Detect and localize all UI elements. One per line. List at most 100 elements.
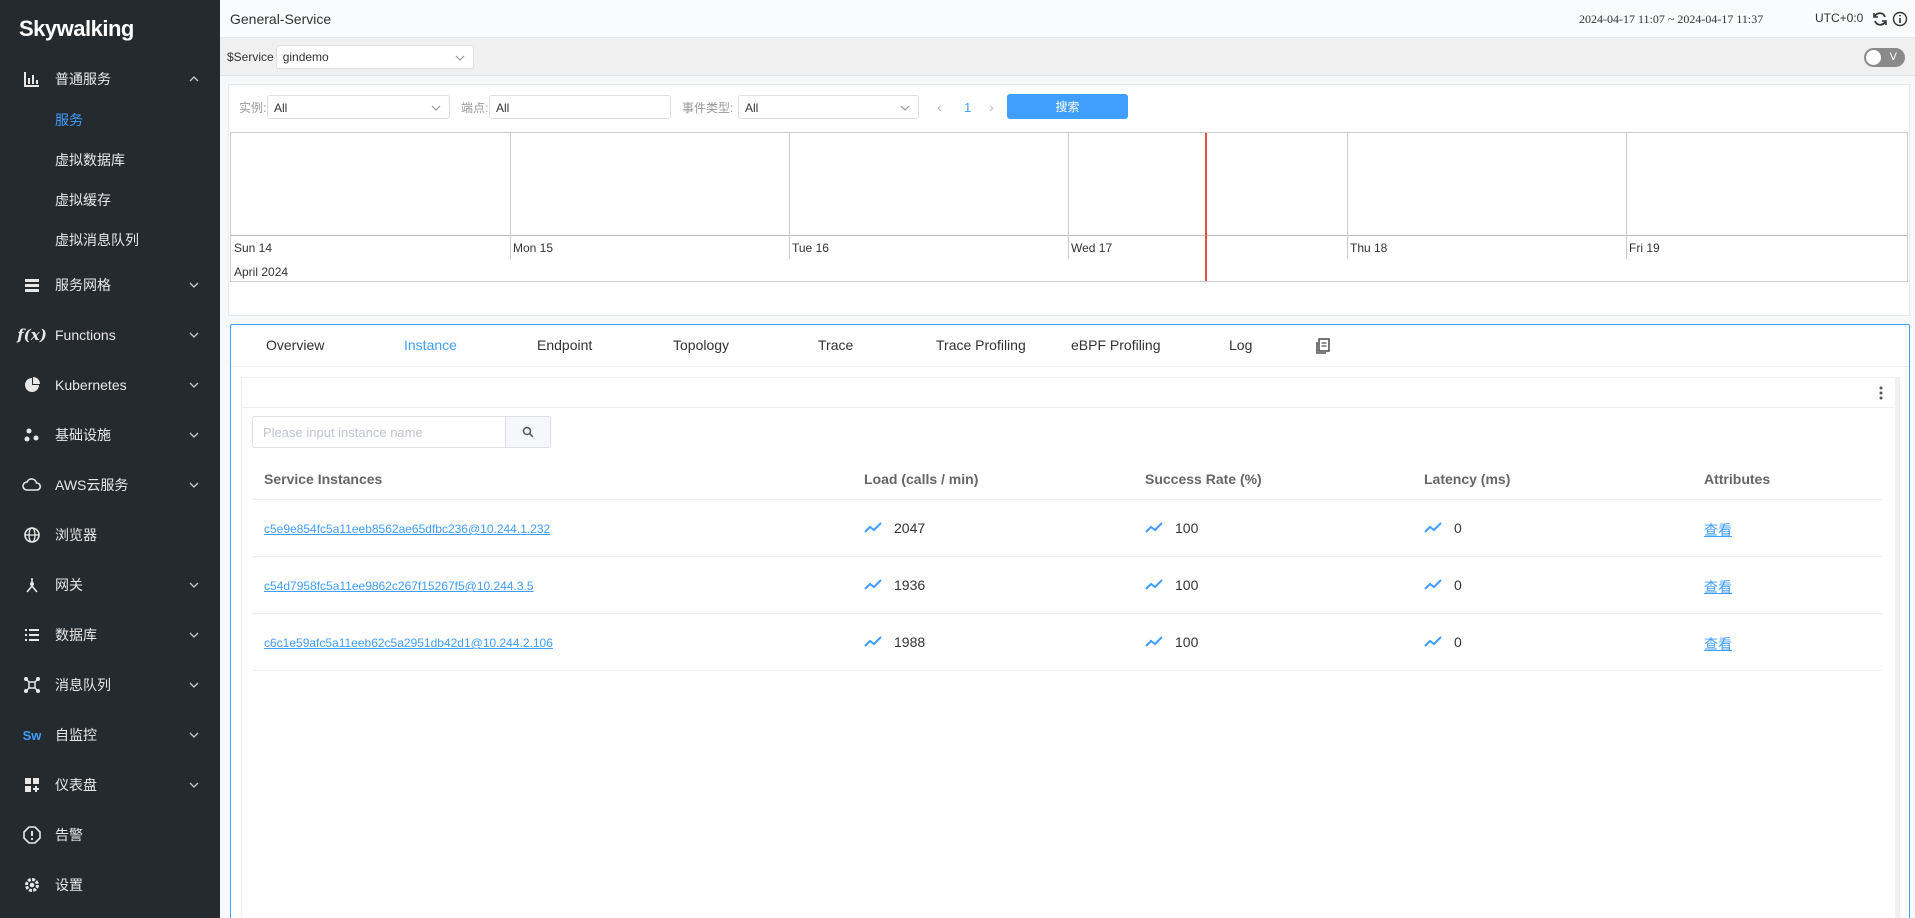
chevron-down-icon xyxy=(189,482,199,488)
nodes-icon xyxy=(20,423,44,447)
instance-link[interactable]: c54d7958fc5a11ee9862c267f15267f5@10.244.… xyxy=(264,579,534,593)
copy-icon[interactable] xyxy=(1314,337,1332,355)
table-row-instance[interactable]: c5e9e854fc5a11eeb8562ae65dfbc236@10.244.… xyxy=(264,522,550,536)
trend-icon[interactable] xyxy=(1145,635,1163,649)
table-row-success[interactable]: 100 xyxy=(1145,577,1198,593)
trend-icon[interactable] xyxy=(1145,578,1163,592)
table-row-attributes[interactable]: 查看 xyxy=(1704,520,1732,540)
pager-current-page[interactable]: 1 xyxy=(964,100,971,115)
dashboard-icon xyxy=(20,773,44,797)
sidebar-item-alarm[interactable]: 告警 xyxy=(0,810,220,860)
sw-icon: Sw xyxy=(22,727,42,743)
scrollbar[interactable] xyxy=(1895,378,1899,918)
load-value: 2047 xyxy=(894,520,926,536)
table-row-load[interactable]: 1988 xyxy=(864,634,925,650)
table-row-success[interactable]: 100 xyxy=(1145,634,1198,650)
sidebar-item-label: 数据库 xyxy=(55,627,97,643)
tab-endpoint[interactable]: Endpoint xyxy=(537,337,592,353)
event-type-filter-select[interactable]: All xyxy=(738,95,919,119)
database-icon xyxy=(20,623,44,647)
sidebar-item-kubernetes[interactable]: Kubernetes xyxy=(0,360,220,410)
cloud-icon xyxy=(20,473,44,497)
table-row-load[interactable]: 2047 xyxy=(864,520,925,536)
table-row-latency[interactable]: 0 xyxy=(1424,520,1462,536)
instance-link[interactable]: c6c1e59afc5a11eeb62c5a2951db42d1@10.244.… xyxy=(264,636,553,650)
view-attributes-link[interactable]: 查看 xyxy=(1704,577,1732,597)
event-timeline[interactable]: Sun 14 Mon 15 Tue 16 Wed 17 Thu 18 Fri 1… xyxy=(230,132,1908,282)
sidebar-item-self-observability[interactable]: Sw 自监控 xyxy=(0,710,220,760)
sidebar-item-message-queue[interactable]: 消息队列 xyxy=(0,660,220,710)
table-row-instance[interactable]: c54d7958fc5a11ee9862c267f15267f5@10.244.… xyxy=(264,579,534,593)
instance-link[interactable]: c5e9e854fc5a11eeb8562ae65dfbc236@10.244.… xyxy=(264,522,550,536)
service-select[interactable]: gindemo xyxy=(275,44,474,69)
more-options-icon[interactable] xyxy=(1873,384,1889,402)
trend-icon[interactable] xyxy=(1145,521,1163,535)
table-row-load[interactable]: 1936 xyxy=(864,577,925,593)
tab-trace[interactable]: Trace xyxy=(818,337,853,353)
sidebar-item-label: 设置 xyxy=(55,877,83,893)
column-header-load: Load (calls / min) xyxy=(864,471,979,487)
sidebar-subitem-virtual-cache[interactable]: 虚拟缓存 xyxy=(0,180,220,220)
instance-search-button[interactable] xyxy=(505,416,551,448)
sidebar-item-functions[interactable]: f(x) Functions xyxy=(0,310,220,360)
tab-topology[interactable]: Topology xyxy=(673,337,729,353)
latency-value: 0 xyxy=(1454,634,1462,650)
trend-icon[interactable] xyxy=(864,521,882,535)
sidebar-item-label: 服务网格 xyxy=(55,277,111,293)
tab-trace-profiling[interactable]: Trace Profiling xyxy=(936,337,1026,353)
success-value: 100 xyxy=(1175,577,1199,593)
timeline-current-time-marker xyxy=(1205,133,1207,281)
table-row-latency[interactable]: 0 xyxy=(1424,577,1462,593)
chevron-down-icon xyxy=(455,55,465,61)
instance-search-input[interactable]: Please input instance name xyxy=(252,416,506,448)
view-attributes-link[interactable]: 查看 xyxy=(1704,634,1732,654)
logo[interactable]: Skywalking xyxy=(0,0,220,58)
trend-icon[interactable] xyxy=(864,578,882,592)
table-row-attributes[interactable]: 查看 xyxy=(1704,634,1732,654)
sidebar-item-database[interactable]: 数据库 xyxy=(0,610,220,660)
table-row-instance[interactable]: c6c1e59afc5a11eeb62c5a2951db42d1@10.244.… xyxy=(264,636,553,650)
refresh-icon[interactable] xyxy=(1872,11,1888,27)
tab-ebpf-profiling[interactable]: eBPF Profiling xyxy=(1071,337,1160,353)
tab-instance[interactable]: Instance xyxy=(404,337,457,353)
trend-icon[interactable] xyxy=(1424,635,1442,649)
event-type-filter-value: All xyxy=(745,101,759,115)
table-row-attributes[interactable]: 查看 xyxy=(1704,577,1732,597)
info-icon[interactable] xyxy=(1892,11,1908,27)
sidebar-item-infrastructure[interactable]: 基础设施 xyxy=(0,410,220,460)
sidebar-item-aws[interactable]: AWS云服务 xyxy=(0,460,220,510)
edit-mode-toggle[interactable]: V xyxy=(1864,48,1905,67)
gateway-icon xyxy=(20,573,44,597)
sidebar-item-browser[interactable]: 浏览器 xyxy=(0,510,220,560)
sidebar-item-dashboard[interactable]: 仪表盘 xyxy=(0,760,220,810)
sidebar-subitem-virtual-database[interactable]: 虚拟数据库 xyxy=(0,140,220,180)
tab-log[interactable]: Log xyxy=(1229,337,1252,353)
tab-overview[interactable]: Overview xyxy=(266,337,324,353)
column-header-instances: Service Instances xyxy=(264,471,383,487)
search-button[interactable]: 搜索 xyxy=(1007,94,1128,119)
service-selector-label: $Service xyxy=(227,49,274,64)
timeline-day-label: Mon 15 xyxy=(513,241,554,255)
sidebar-subitem-virtual-mq[interactable]: 虚拟消息队列 xyxy=(0,220,220,260)
sidebar-subitem-service[interactable]: 服务 xyxy=(0,100,220,140)
trend-icon[interactable] xyxy=(1424,578,1442,592)
layers-icon xyxy=(20,273,44,297)
table-row-success[interactable]: 100 xyxy=(1145,520,1198,536)
time-range-picker[interactable]: 2024-04-17 11:07 ~ 2024-04-17 11:37 xyxy=(1579,12,1763,27)
sidebar-item-label: 基础设施 xyxy=(55,427,111,443)
table-row-latency[interactable]: 0 xyxy=(1424,634,1462,650)
sidebar-item-label: 普通服务 xyxy=(55,71,111,87)
trend-icon[interactable] xyxy=(1424,521,1442,535)
pager-next-button[interactable]: › xyxy=(989,99,994,115)
view-attributes-link[interactable]: 查看 xyxy=(1704,520,1732,540)
chevron-up-icon xyxy=(189,76,199,82)
instance-filter-select[interactable]: All xyxy=(267,95,450,119)
trend-icon[interactable] xyxy=(864,635,882,649)
sidebar-item-general-service[interactable]: 普通服务 xyxy=(0,58,220,100)
sidebar-item-service-mesh[interactable]: 服务网格 xyxy=(0,260,220,310)
sidebar-item-settings[interactable]: 设置 xyxy=(0,860,220,910)
pager-prev-button[interactable]: ‹ xyxy=(937,99,942,115)
endpoint-filter-input[interactable]: All xyxy=(489,95,671,119)
timezone-label[interactable]: UTC+0:0 xyxy=(1815,11,1863,25)
sidebar-item-gateway[interactable]: 网关 xyxy=(0,560,220,610)
